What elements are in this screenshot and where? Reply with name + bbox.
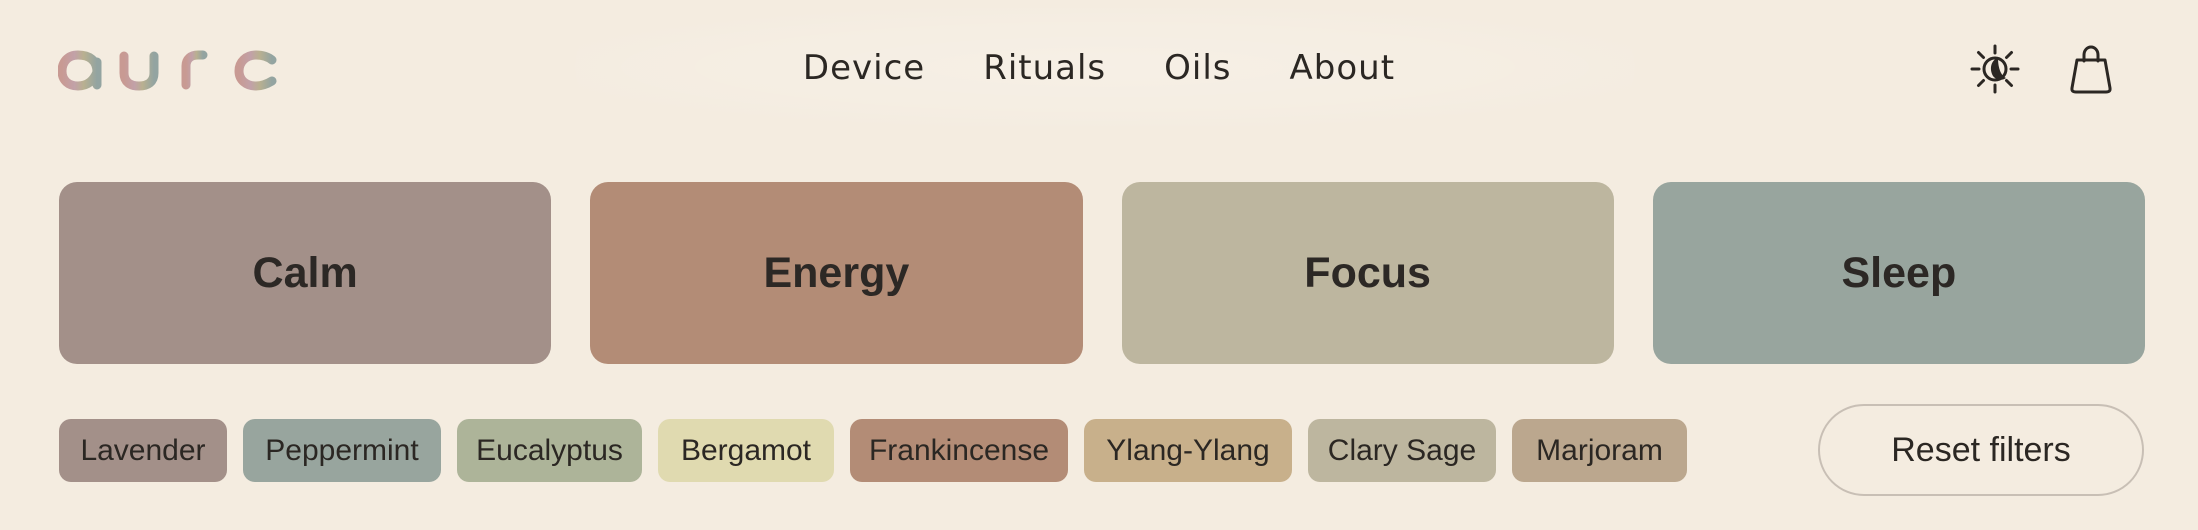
nav-link-rituals[interactable]: Rituals [983,48,1106,88]
mood-card-energy[interactable]: Energy [590,182,1083,364]
oil-chip-frankincense[interactable]: Frankincense [850,419,1068,482]
nav-link-device[interactable]: Device [803,48,925,88]
oil-chip-marjoram[interactable]: Marjoram [1512,419,1687,482]
oil-chip-peppermint[interactable]: Peppermint [243,419,441,482]
oil-chip-lavender[interactable]: Lavender [59,419,227,482]
mood-card-calm[interactable]: Calm [59,182,552,364]
oil-chip-clary-sage[interactable]: Clary Sage [1308,419,1496,482]
oil-chip-bergamot[interactable]: Bergamot [658,419,834,482]
mood-filter-grid: Calm Energy Focus Sleep [59,182,2145,364]
theme-toggle-icon [1970,44,2020,94]
theme-toggle-button[interactable] [1966,40,2024,98]
main-navigation: Device Rituals Oils About [0,44,2198,92]
nav-link-about[interactable]: About [1290,48,1396,88]
shopping-bag-icon [2070,45,2112,94]
mood-card-sleep[interactable]: Sleep [1652,182,2145,364]
shopping-bag-button[interactable] [2062,40,2120,98]
oil-filter-list: Lavender Peppermint Eucalyptus Bergamot … [59,419,1687,482]
oil-chip-eucalyptus[interactable]: Eucalyptus [457,419,642,482]
reset-filters-button[interactable]: Reset filters [1818,404,2144,496]
nav-link-oils[interactable]: Oils [1164,48,1231,88]
oil-chip-ylang-ylang[interactable]: Ylang-Ylang [1084,419,1292,482]
mood-card-focus[interactable]: Focus [1121,182,1614,364]
